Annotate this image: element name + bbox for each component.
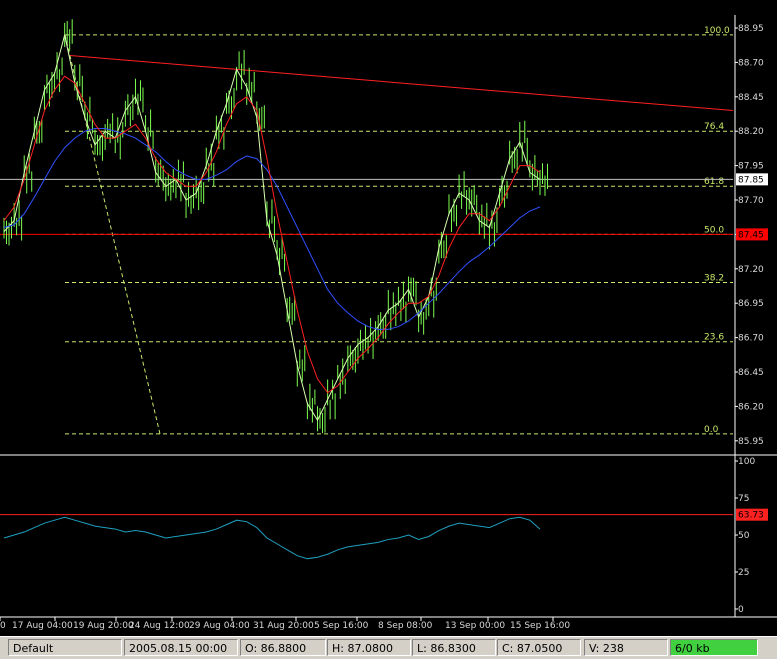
fib-level-label: 61.8 [704, 177, 724, 187]
price-tick-label: 87.70 [738, 196, 764, 206]
time-tick-label: 15 Sep 16:00 [510, 621, 570, 631]
time-tick-label: 24 Aug 12:00 [129, 621, 190, 631]
status-bar: Default 2005.08.15 00:00 O: 86.8800 H: 8… [0, 636, 777, 659]
current-price-tag-label: 87.85 [738, 175, 764, 185]
fib-level-label: 38.2 [704, 274, 724, 284]
oscillator-line [3, 516, 541, 560]
price-tick-label: 88.20 [738, 127, 764, 137]
time-tick-label: 17 Aug 04:00 [12, 621, 73, 631]
time-tick-label: 0 [0, 621, 6, 631]
open-field: O: 86.8800 [240, 639, 326, 656]
price-tick-label: 86.95 [738, 299, 764, 309]
price-tick-label: 88.45 [738, 93, 764, 103]
osc-tick-label: 50 [738, 531, 750, 541]
time-tick-label: 29 Aug 04:00 [189, 621, 250, 631]
trend-line [69, 55, 734, 112]
osc-tick-label: 25 [738, 568, 749, 578]
osc-level-tag-label: 63.73 [738, 511, 764, 521]
price-tick-label: 88.95 [738, 24, 764, 34]
profile-field: Default [8, 639, 122, 656]
price-tick-label: 88.70 [738, 58, 764, 68]
oscillator-panel: 100 75 50 25 0 63.73 [0, 455, 777, 618]
fib-level-label: 100.0 [704, 26, 730, 36]
osc-tick-label: 0 [738, 605, 744, 615]
datetime-field: 2005.08.15 00:00 [124, 639, 238, 656]
slow-ma-line [3, 127, 541, 330]
red-level-tag-label: 87.45 [738, 230, 764, 240]
time-axis: 0 17 Aug 04:00 19 Aug 20:0024 Aug 12:00 29 … [0, 617, 570, 631]
chart-canvas: 88.95 88.70 88.45 88.20 87.95 87.70 87.45 87.20… [0, 15, 777, 631]
volume-field: V: 238 [584, 639, 668, 656]
fib-level-label: 0.0 [704, 425, 719, 435]
time-tick-label: 5 Sep 16:00 [314, 621, 369, 631]
high-field: H: 87.0800 [327, 639, 411, 656]
time-tick-label: 8 Sep 08:00 [378, 621, 433, 631]
price-tick-label: 87.95 [738, 162, 764, 172]
fib-level-label: 23.6 [704, 333, 724, 343]
osc-tick-label: 75 [738, 494, 749, 504]
osc-tick-label: 100 [738, 457, 755, 467]
time-tick-label: 19 Aug 20:00 [73, 621, 134, 631]
close-field: C: 87.0500 [497, 639, 581, 656]
price-tick-label: 87.20 [738, 265, 764, 275]
price-tick-label: 86.45 [738, 368, 764, 378]
time-tick-label: 13 Sep 00:00 [445, 621, 505, 631]
fib-level-label: 76.4 [704, 122, 724, 132]
price-tick-label: 86.70 [738, 334, 764, 344]
price-tick-label: 85.95 [738, 437, 764, 447]
low-field: L: 86.8300 [412, 639, 496, 656]
traffic-field: 6/0 kb [670, 639, 758, 656]
price-tick-label: 86.20 [738, 402, 764, 412]
price-panel: 88.95 88.70 88.45 88.20 87.95 87.70 87.45 87.20… [0, 15, 777, 456]
time-tick-label: 31 Aug 20:00 [253, 621, 314, 631]
